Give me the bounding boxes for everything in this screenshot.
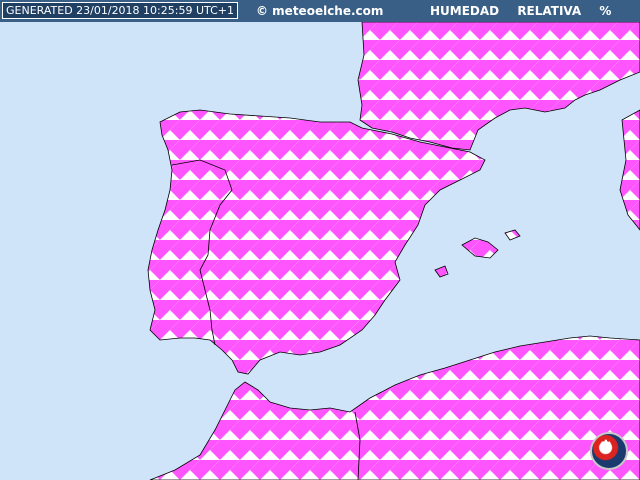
map-header-bar: GENERATED 23/01/2018 10:25:59 UTC+1 © me… — [0, 0, 640, 22]
generated-timestamp: GENERATED 23/01/2018 10:25:59 UTC+1 — [2, 2, 238, 19]
logo-star-icon: ✱ — [600, 438, 612, 454]
map-view: GENERATED 23/01/2018 10:25:59 UTC+1 © me… — [0, 0, 640, 480]
site-credit: © meteoelche.com — [256, 4, 384, 18]
map-canvas — [0, 0, 640, 480]
meteoelche-logo-icon: ✱ — [590, 432, 628, 470]
field-title: HUMEDAD RELATIVA % — [430, 4, 612, 18]
